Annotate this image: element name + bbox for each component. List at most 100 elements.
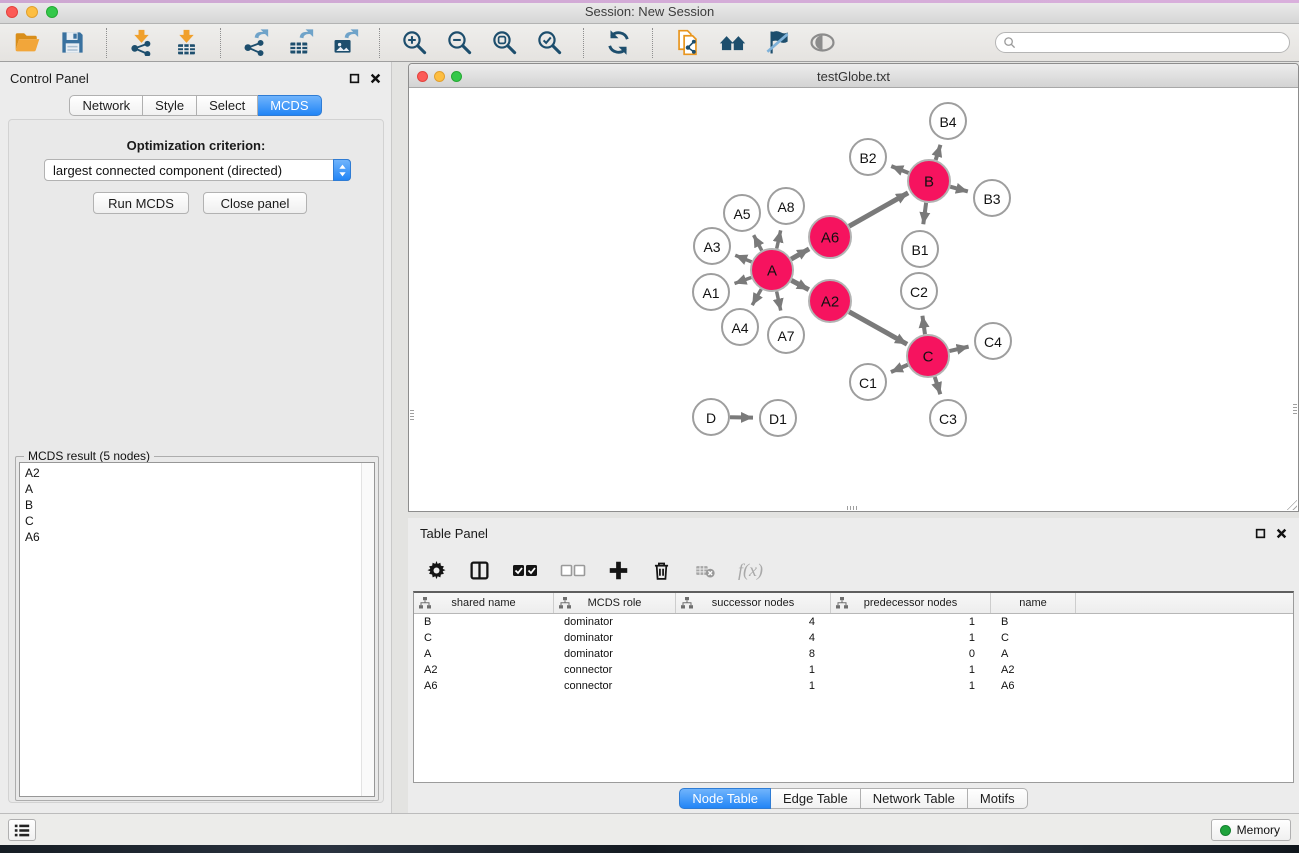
task-history-button[interactable] (8, 819, 36, 841)
edge-C-C1[interactable] (891, 365, 908, 372)
criterion-value: largest connected component (directed) (45, 163, 333, 178)
close-panel-icon[interactable] (370, 73, 381, 84)
open-file-button[interactable] (12, 28, 42, 58)
close-panel-button[interactable]: Close panel (203, 192, 307, 214)
create-column-button[interactable] (608, 557, 629, 583)
float-table-panel-icon[interactable] (1255, 528, 1266, 539)
cell-predecessor-nodes: 1 (831, 680, 991, 692)
edge-A6-B[interactable] (849, 193, 908, 226)
search-input[interactable] (1016, 34, 1289, 51)
edge-A-A4[interactable] (752, 289, 761, 305)
edge-B-B4[interactable] (936, 145, 941, 160)
export-network-button[interactable] (240, 28, 270, 58)
tab-mcds[interactable]: MCDS (258, 95, 321, 116)
tab-network[interactable]: Network (69, 95, 143, 116)
edge-A-A5[interactable] (754, 235, 762, 250)
column-header-predecessor-nodes[interactable]: predecessor nodes (831, 593, 991, 613)
function-builder-button: f(x) (738, 557, 763, 583)
session-title: Session: New Session (0, 4, 1299, 19)
column-header-filler (1076, 593, 1293, 613)
column-header-successor-nodes[interactable]: successor nodes (676, 593, 831, 613)
column-header-shared-name[interactable]: shared name (414, 593, 554, 613)
clone-network-button[interactable] (672, 28, 702, 58)
result-item[interactable]: A (20, 481, 374, 497)
import-network-button[interactable] (126, 28, 156, 58)
select-all-columns-button[interactable] (512, 557, 538, 583)
result-item[interactable]: A6 (20, 529, 374, 545)
edge-C-C3[interactable] (935, 377, 941, 394)
bottom-edge-grip[interactable] (847, 506, 858, 510)
show-all-button[interactable] (807, 28, 837, 58)
result-item[interactable]: C (20, 513, 374, 529)
network-window-titlebar[interactable]: testGlobe.txt (409, 64, 1298, 88)
export-table-button[interactable] (285, 28, 315, 58)
cell-predecessor-nodes: 0 (831, 648, 991, 660)
tab-network-table[interactable]: Network Table (861, 788, 968, 809)
edge-B-B1[interactable] (923, 203, 926, 224)
tab-style[interactable]: Style (143, 95, 197, 116)
search-field[interactable] (995, 32, 1290, 53)
toolbar-separator (583, 28, 584, 58)
criterion-dropdown[interactable]: largest connected component (directed) (44, 159, 351, 181)
zoom-selected-button[interactable] (534, 28, 564, 58)
cell-shared-name: A (414, 648, 554, 660)
network-canvas[interactable]: AA1A2A3A4A5A6A7A8BB1B2B3B4CC1C2C3C4DD1 (409, 88, 1298, 511)
node-label-A2: A2 (821, 294, 839, 311)
close-table-panel-icon[interactable] (1276, 528, 1287, 539)
node-label-A1: A1 (702, 285, 719, 301)
memory-button[interactable]: Memory (1211, 819, 1291, 841)
tab-edge-table[interactable]: Edge Table (771, 788, 861, 809)
result-item[interactable]: A2 (20, 463, 374, 481)
right-edge-grip[interactable] (1293, 404, 1297, 415)
column-header-mcds-role[interactable]: MCDS role (554, 593, 676, 613)
result-item[interactable]: B (20, 497, 374, 513)
split-table-button[interactable] (469, 557, 490, 583)
run-mcds-button[interactable]: Run MCDS (93, 192, 189, 214)
table-row[interactable]: Adominator80A (414, 646, 1293, 662)
delete-columns-button[interactable] (651, 557, 672, 583)
zoom-fit-button[interactable] (489, 28, 519, 58)
tab-motifs[interactable]: Motifs (968, 788, 1028, 809)
table-body: Bdominator41BCdominator41CAdominator80AA… (414, 614, 1293, 694)
hierarchy-icon (419, 597, 431, 609)
column-settings-button[interactable] (426, 557, 447, 583)
float-panel-icon[interactable] (349, 73, 360, 84)
hierarchy-icon (559, 597, 571, 609)
edge-A-A8[interactable] (777, 230, 781, 248)
table-row[interactable]: Bdominator41B (414, 614, 1293, 630)
zoom-in-button[interactable] (399, 28, 429, 58)
tab-select[interactable]: Select (197, 95, 258, 116)
network-graph[interactable]: AA1A2A3A4A5A6A7A8BB1B2B3B4CC1C2C3C4DD1 (409, 88, 1298, 511)
node-label-A8: A8 (777, 199, 794, 215)
export-image-button[interactable] (330, 28, 360, 58)
edge-C-C4[interactable] (949, 347, 968, 351)
zoom-out-button[interactable] (444, 28, 474, 58)
list-scrollbar[interactable] (361, 463, 374, 796)
mcds-result-list[interactable]: A2ABCA6 (19, 462, 375, 797)
edge-C-C2[interactable] (922, 316, 925, 334)
edge-A-A3[interactable] (735, 255, 751, 262)
optimization-criterion-label: Optimization criterion: (9, 138, 383, 153)
refresh-view-button[interactable] (603, 28, 633, 58)
table-row[interactable]: A2connector11A2 (414, 662, 1293, 678)
import-table-button[interactable] (171, 28, 201, 58)
tab-node-table[interactable]: Node Table (679, 788, 771, 809)
save-session-button[interactable] (57, 28, 87, 58)
node-label-B1: B1 (911, 242, 928, 258)
edge-A-A6[interactable] (791, 249, 809, 259)
node-label-C1: C1 (859, 375, 877, 391)
edge-A2-C[interactable] (849, 312, 907, 344)
edge-B-B2[interactable] (891, 166, 908, 173)
edge-A-A1[interactable] (735, 277, 752, 283)
unselect-all-columns-button[interactable] (560, 557, 586, 583)
node-label-A3: A3 (703, 239, 720, 255)
edge-A-A7[interactable] (777, 292, 781, 311)
edge-B-B3[interactable] (950, 187, 968, 192)
left-edge-grip[interactable] (410, 410, 414, 421)
table-row[interactable]: A6connector11A6 (414, 678, 1293, 694)
hide-selected-button[interactable] (762, 28, 792, 58)
first-neighbors-button[interactable] (717, 28, 747, 58)
table-row[interactable]: Cdominator41C (414, 630, 1293, 646)
column-header-name[interactable]: name (991, 593, 1076, 613)
edge-A-A2[interactable] (791, 280, 808, 289)
